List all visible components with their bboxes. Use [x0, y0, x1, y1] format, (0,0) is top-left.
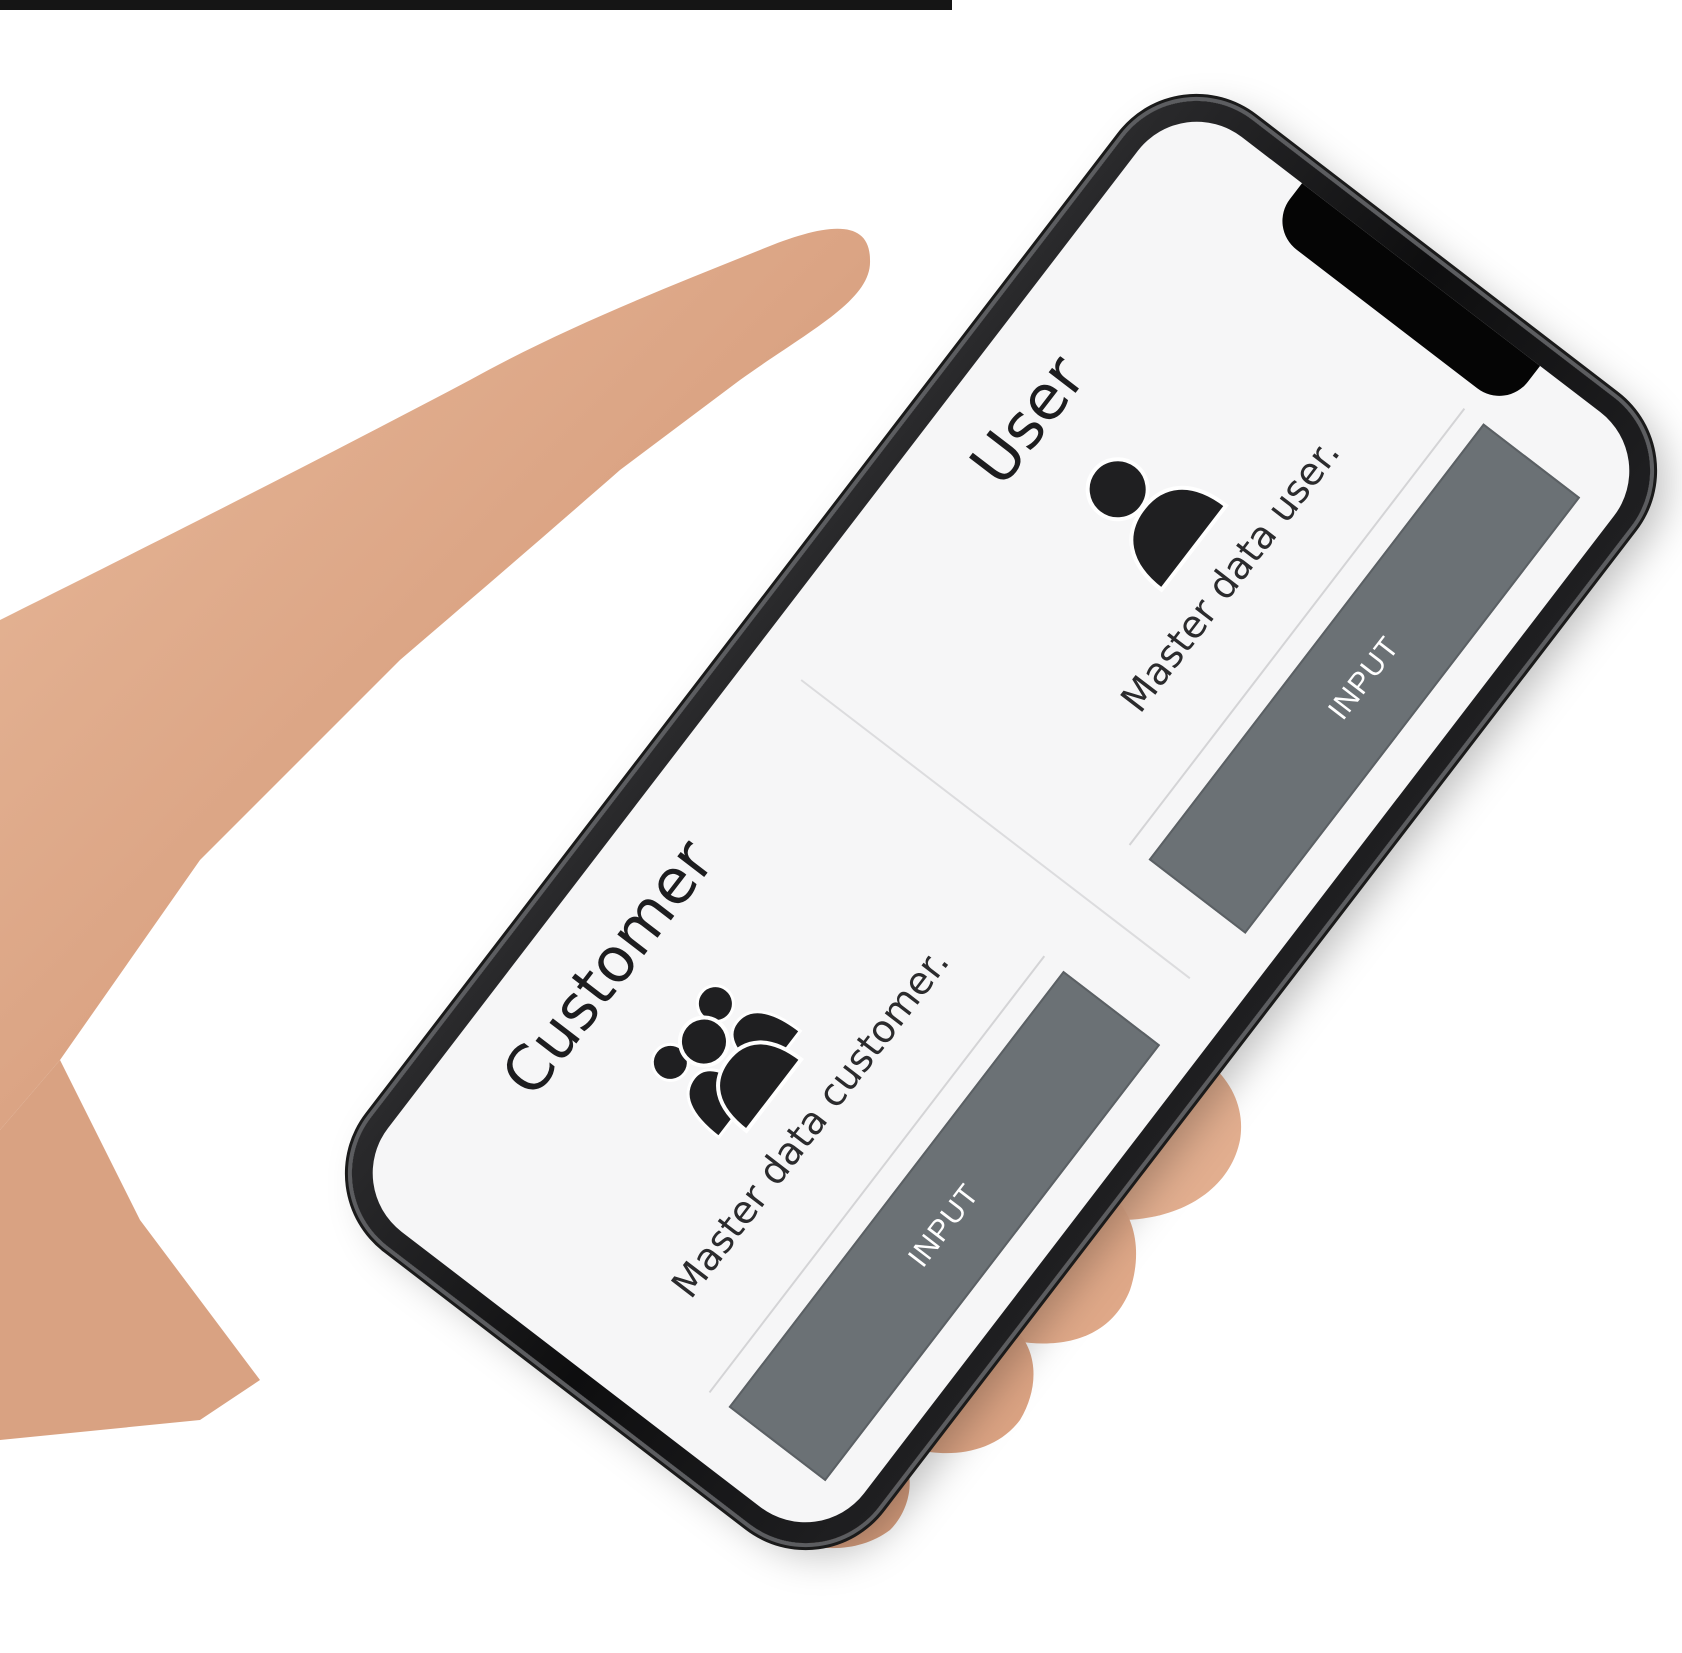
photo-scene: Customer Master data customer. INPUT Use… — [0, 0, 1682, 1653]
